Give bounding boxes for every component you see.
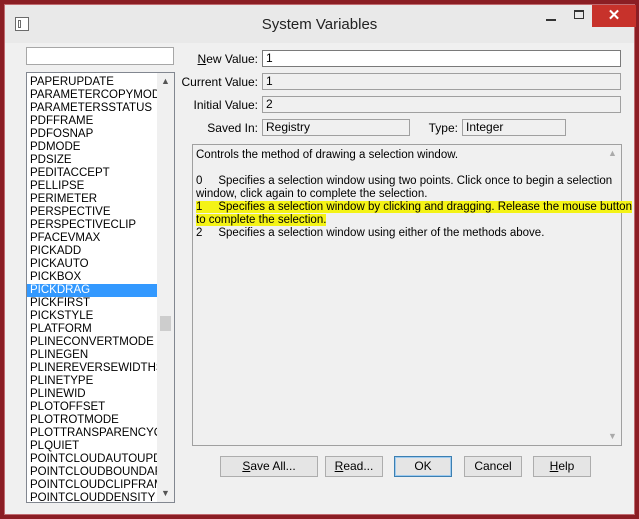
variable-list-scrollbar[interactable]: ▲ ▼ — [157, 73, 174, 502]
variable-list-item[interactable]: PDMODE — [27, 141, 157, 154]
variable-list-item[interactable]: PLATFORM — [27, 323, 157, 336]
variable-list-item[interactable]: PLINETYPE — [27, 375, 157, 388]
variable-list-item[interactable]: PLOTOFFSET — [27, 401, 157, 414]
variable-list-item[interactable]: PLOTROTMODE — [27, 414, 157, 427]
variable-list-item[interactable]: PICKBOX — [27, 271, 157, 284]
variable-list-item[interactable]: PLINECONVERTMODE — [27, 336, 157, 349]
variable-list-items: PAPERUPDATE PARAMETERCOPYMODE PARAMETERSST… — [27, 76, 157, 502]
description-option-2: 2 Specifies a selection window using eit… — [196, 227, 545, 239]
dialog-client-area: PAPERUPDATE PARAMETERCOPYMODE PARAMETERSST… — [13, 43, 632, 510]
variable-list-item[interactable]: PAPERUPDATE — [27, 76, 157, 89]
description-scrollbar[interactable]: ▲ ▼ — [604, 145, 621, 445]
variable-list-item[interactable]: PDSIZE — [27, 154, 157, 167]
cancel-button[interactable]: Cancel — [464, 456, 522, 477]
variable-list-item[interactable]: PERSPECTIVECLIP — [27, 219, 157, 232]
window-outer-border: System Variables ✕ PAPERUPDATE PARAMETERC… — [0, 0, 639, 519]
current-value-label: Current Value: — [181, 75, 258, 89]
save-all-button[interactable]: Save All... — [220, 456, 318, 477]
variable-list-item[interactable]: PLINEREVERSEWIDTHS — [27, 362, 157, 375]
new-value-field[interactable]: 1 — [262, 50, 621, 67]
variable-list-item[interactable]: PLINEGEN — [27, 349, 157, 362]
variable-list-item[interactable]: PEDITACCEPT — [27, 167, 157, 180]
new-value-label: New Value: — [197, 52, 258, 66]
variable-list-item[interactable]: PDFFRAME — [27, 115, 157, 128]
variable-list-item[interactable]: PICKADD — [27, 245, 157, 258]
description-option-0-line-2: window, click again to complete the sele… — [196, 188, 428, 200]
variable-list-item[interactable]: PICKDRAG — [27, 284, 157, 297]
initial-value-label: Initial Value: — [193, 98, 258, 112]
variable-list-item[interactable]: POINTCLOUDAUTOUPDA — [27, 453, 157, 466]
description-scroll-down-arrow-icon[interactable]: ▼ — [604, 428, 621, 445]
scroll-thumb[interactable] — [160, 316, 171, 331]
description-option-0-line-1: 0 Specifies a selection window using two… — [196, 175, 613, 187]
variable-list-item[interactable]: PLOTTRANSPARENCYOV — [27, 427, 157, 440]
title-bar[interactable]: System Variables ✕ — [5, 5, 636, 43]
variable-list[interactable]: PAPERUPDATE PARAMETERCOPYMODE PARAMETERSST… — [26, 72, 175, 503]
maximize-icon — [574, 10, 584, 19]
close-button[interactable]: ✕ — [592, 5, 636, 27]
close-icon: ✕ — [607, 7, 621, 24]
description-option-1-line-1: 1 Specifies a selection window by clicki… — [196, 201, 632, 213]
minimize-button[interactable] — [537, 5, 565, 27]
help-button[interactable]: Help — [533, 456, 591, 477]
description-scroll-up-arrow-icon[interactable]: ▲ — [604, 145, 621, 162]
variable-list-item[interactable]: POINTCLOUDDENSITY — [27, 492, 157, 502]
description-summary: Controls the method of drawing a selecti… — [196, 149, 459, 161]
type-label: Type: — [428, 121, 458, 135]
current-value-field: 1 — [262, 73, 621, 90]
description-option-1: 1 Specifies a selection window by clicki… — [196, 201, 632, 214]
minimize-icon — [546, 19, 556, 21]
variable-list-item[interactable]: PICKAUTO — [27, 258, 157, 271]
variable-list-item[interactable]: POINTCLOUDBOUNDARY — [27, 466, 157, 479]
initial-value-field: 2 — [262, 96, 621, 113]
saved-in-label: Saved In: — [207, 121, 258, 135]
maximize-button[interactable] — [565, 5, 593, 27]
variable-search-input[interactable] — [26, 47, 174, 65]
variable-list-item[interactable]: PDFOSNAP — [27, 128, 157, 141]
variable-list-item[interactable]: PFACEVMAX — [27, 232, 157, 245]
read-button[interactable]: Read... — [325, 456, 383, 477]
variable-list-item[interactable]: PICKSTYLE — [27, 310, 157, 323]
variable-list-item[interactable]: PICKFIRST — [27, 297, 157, 310]
type-field: Integer — [462, 119, 566, 136]
dialog-window: System Variables ✕ PAPERUPDATE PARAMETERC… — [4, 4, 636, 515]
variable-list-item[interactable]: PELLIPSE — [27, 180, 157, 193]
variable-list-item[interactable]: PERIMETER — [27, 193, 157, 206]
ok-button[interactable]: OK — [394, 456, 452, 477]
variable-list-item[interactable]: PARAMETERCOPYMODE — [27, 89, 157, 102]
scroll-down-arrow-icon[interactable]: ▼ — [157, 485, 174, 502]
description-option-1-wrap: to complete the selection. — [196, 214, 601, 227]
description-option-1-line-2: to complete the selection. — [196, 214, 327, 226]
variable-list-item[interactable]: POINTCLOUDCLIPFRAME — [27, 479, 157, 492]
description-box[interactable]: Controls the method of drawing a selecti… — [192, 144, 632, 446]
variable-list-item[interactable]: PARAMETERSSTATUS — [27, 102, 157, 115]
description-text: Controls the method of drawing a selecti… — [196, 149, 632, 240]
variable-list-item[interactable]: PLINEWID — [27, 388, 157, 401]
variable-list-item[interactable]: PERSPECTIVE — [27, 206, 157, 219]
variable-list-item[interactable]: PLQUIET — [27, 440, 157, 453]
